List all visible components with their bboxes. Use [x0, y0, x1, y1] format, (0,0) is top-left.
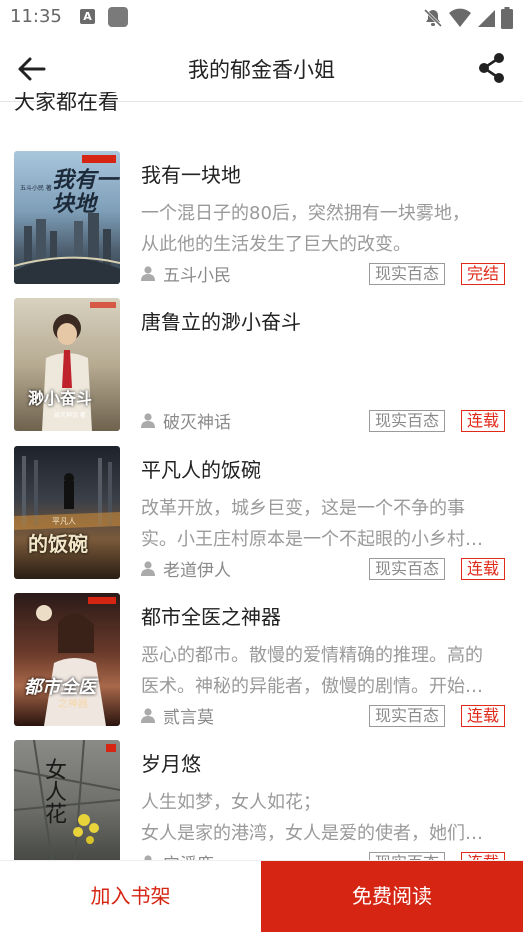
book-title[interactable]: 岁月悠 [141, 748, 201, 777]
book-cover[interactable]: 的饭碗 平凡人 [14, 446, 120, 579]
signal-icon [478, 10, 495, 27]
book-title[interactable]: 平凡人的饭碗 [141, 454, 261, 483]
book-cover[interactable]: 渺小奋斗 破灭神话 著 [14, 298, 120, 431]
book-author: 贰言莫 [141, 703, 214, 728]
book-author: 破灭神话 [141, 408, 231, 433]
book-description: 一个混日子的80后，突然拥有一块雾地， 从此他的生活发生了巨大的改变。 [141, 203, 470, 255]
book-item[interactable]: 我有一块地 五斗小民 著 我有一块地 一个混日子的80后，突然拥有一块雾地， 从… [0, 151, 523, 291]
book-cover[interactable]: 我有一块地 五斗小民 著 [14, 151, 120, 284]
wifi-icon [449, 8, 471, 27]
cover-title: 渺小奋斗 [28, 389, 93, 408]
book-item[interactable]: 都市全医 之神器 都市全医之神器 恶心的都市。散慢的爱情精确的推理。高的 医术。… [0, 593, 523, 733]
book-title[interactable]: 都市全医之神器 [141, 601, 281, 630]
book-description: 改革开放，城乡巨变，这是一个不争的事 实。小王庄村原本是一个不起眼的小乡村… [141, 498, 483, 550]
person-icon [141, 413, 155, 428]
book-item[interactable]: 渺小奋斗 破灭神话 著 唐鲁立的渺小奋斗 破灭神话 现实百态 连载 [0, 298, 523, 438]
status-tag: 连载 [461, 705, 506, 727]
page-title: 我的郁金香小姐 [188, 58, 335, 82]
battery-icon [501, 7, 513, 29]
book-item[interactable]: 的饭碗 平凡人 平凡人的饭碗 改革开放，城乡巨变，这是一个不争的事 实。小王庄村… [0, 446, 523, 586]
status-tag: 连载 [461, 410, 506, 432]
status-time: 11:35 [10, 6, 62, 27]
person-icon [141, 708, 155, 723]
book-description: 人生如梦，女人如花； 女人是家的港湾，女人是爱的使者，她们… [141, 792, 483, 844]
bottom-action-bar: 加入书架 免费阅读 [0, 860, 523, 932]
cover-author: 之神器 [58, 699, 88, 710]
category-tag: 现实百态 [369, 263, 446, 285]
cover-author: 五斗小民 著 [20, 185, 52, 192]
person-icon [141, 266, 155, 281]
cover-title: 我有一块地 [52, 168, 119, 217]
book-author: 老道伊人 [141, 556, 231, 581]
read-free-button[interactable]: 免费阅读 [261, 861, 523, 932]
person-icon [141, 561, 155, 576]
book-title[interactable]: 我有一块地 [141, 159, 241, 188]
book-cover[interactable]: 女人花 [14, 740, 120, 873]
status-bar: 11:35 A [0, 0, 523, 36]
category-tag: 现实百态 [369, 410, 446, 432]
section-heading: 大家都在看 [14, 92, 119, 114]
book-title[interactable]: 唐鲁立的渺小奋斗 [141, 306, 301, 335]
a-notification-icon: A [80, 9, 95, 24]
category-tag: 现实百态 [369, 705, 446, 727]
cover-art [14, 456, 120, 530]
cover-title: 的饭碗 [28, 532, 88, 556]
cover-art [14, 740, 120, 873]
cover-author: 平凡人 [52, 517, 76, 526]
book-description: 恶心的都市。散慢的爱情精确的推理。高的 医术。神秘的异能者，傲慢的剧情。开始… [141, 645, 483, 697]
book-author: 五斗小民 [141, 261, 231, 286]
status-tag: 连载 [461, 558, 506, 580]
status-icons [423, 6, 513, 30]
status-tag: 完结 [461, 263, 506, 285]
add-to-shelf-button[interactable]: 加入书架 [0, 861, 261, 932]
cover-author: 破灭神话 著 [54, 412, 86, 419]
share-icon[interactable] [477, 52, 507, 84]
app-notification-icon [108, 7, 128, 27]
book-item[interactable]: 女人花 岁月悠 人生如梦，女人如花； 女人是家的港湾，女人是爱的使者，她们… 宁… [0, 740, 523, 880]
book-cover[interactable]: 都市全医 之神器 [14, 593, 120, 726]
category-tag: 现实百态 [369, 558, 446, 580]
cover-title: 女人花 [41, 758, 66, 824]
notifications-off-icon [423, 8, 443, 28]
